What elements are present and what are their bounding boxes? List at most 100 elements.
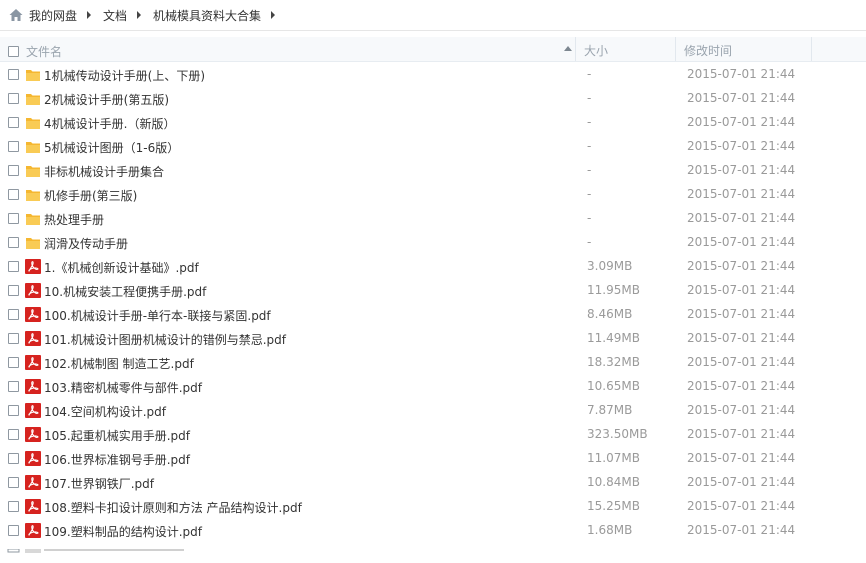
file-name[interactable]: 107.世界钢铁厂.pdf [44,475,154,492]
file-modified-time: 2015-07-01 21:44 [687,283,796,297]
file-row[interactable]: 4机械设计手册.（新版） - 2015-07-01 21:44 [0,111,866,135]
file-modified-time: 2015-07-01 21:44 [687,355,796,369]
column-divider[interactable] [675,37,676,61]
home-icon[interactable] [8,7,24,23]
file-name[interactable]: 1机械传动设计手册(上、下册) [44,67,205,84]
file-row[interactable]: 热处理手册 - 2015-07-01 21:44 [0,207,866,231]
row-checkbox[interactable] [8,189,19,200]
row-checkbox[interactable] [8,285,19,296]
breadcrumb-item-my-disk[interactable]: 我的网盘 [29,7,77,24]
row-checkbox[interactable] [8,453,19,464]
file-modified-time: 2015-07-01 21:44 [687,379,796,393]
row-checkbox[interactable] [8,69,19,80]
file-size: - [587,115,592,129]
folder-icon [25,235,41,250]
file-name[interactable]: 热处理手册 [44,211,104,228]
column-divider[interactable] [575,37,576,61]
breadcrumb-item-documents[interactable]: 文档 [103,7,127,24]
row-checkbox[interactable] [8,429,19,440]
file-row[interactable]: 1机械传动设计手册(上、下册) - 2015-07-01 21:44 [0,63,866,87]
folder-icon [25,115,41,130]
file-row[interactable]: 10.机械安装工程便携手册.pdf 11.95MB 2015-07-01 21:44 [0,279,866,303]
row-checkbox[interactable] [8,141,19,152]
file-modified-time: 2015-07-01 21:44 [687,115,796,129]
pdf-icon [25,427,41,442]
file-modified-time: 2015-07-01 21:44 [687,307,796,321]
file-row[interactable]: 2机械设计手册(第五版) - 2015-07-01 21:44 [0,87,866,111]
file-size: 10.84MB [587,475,640,489]
file-size: - [587,91,592,105]
file-name[interactable]: 1.《机械创新设计基础》.pdf [44,259,199,276]
row-checkbox[interactable] [8,93,19,104]
file-row[interactable]: 101.机械设计图册机械设计的错例与禁忌.pdf 11.49MB 2015-07-0… [0,327,866,351]
folder-icon [25,211,41,226]
file-name[interactable]: 2机械设计手册(第五版) [44,91,169,108]
file-name[interactable]: 机修手册(第三版) [44,187,137,204]
file-name[interactable]: 108.塑料卡扣设计原则和方法 产品结构设计.pdf [44,499,302,516]
column-divider[interactable] [811,37,812,61]
sort-ascending-icon[interactable] [564,46,572,51]
file-modified-time: 2015-07-01 21:44 [687,475,796,489]
file-name[interactable]: 109.塑料制品的结构设计.pdf [44,523,202,540]
file-name[interactable]: 101.机械设计图册机械设计的错例与禁忌.pdf [44,331,286,348]
row-checkbox[interactable] [8,525,19,536]
folder-icon [25,67,41,82]
file-row[interactable]: 5机械设计图册（1-6版） - 2015-07-01 21:44 [0,135,866,159]
file-size: 7.87MB [587,403,633,417]
name-column-header[interactable]: 文件名 [8,43,62,60]
row-checkbox[interactable] [8,213,19,224]
file-name[interactable]: 105.起重机械实用手册.pdf [44,427,190,444]
row-checkbox[interactable] [8,501,19,512]
file-row[interactable]: 105.起重机械实用手册.pdf 323.50MB 2015-07-01 21:44 [0,423,866,447]
row-checkbox[interactable] [8,261,19,272]
file-modified-time: 2015-07-01 21:44 [687,523,796,537]
file-name[interactable]: 102.机械制图 制造工艺.pdf [44,355,194,372]
file-row[interactable]: 非标机械设计手册集合 - 2015-07-01 21:44 [0,159,866,183]
file-size: 18.32MB [587,355,640,369]
file-name[interactable]: 104.空间机构设计.pdf [44,403,166,420]
file-row[interactable]: 106.世界标准钢号手册.pdf 11.07MB 2015-07-01 21:44 [0,447,866,471]
file-name[interactable]: 106.世界标准钢号手册.pdf [44,451,190,468]
file-modified-time: 2015-07-01 21:44 [687,163,796,177]
file-size: - [587,139,592,153]
file-row[interactable]: 机修手册(第三版) - 2015-07-01 21:44 [0,183,866,207]
row-checkbox[interactable] [8,237,19,248]
file-row[interactable]: 107.世界钢铁厂.pdf 10.84MB 2015-07-01 21:44 [0,471,866,495]
file-row[interactable]: 103.精密机械零件与部件.pdf 10.65MB 2015-07-01 21:44 [0,375,866,399]
row-checkbox[interactable] [8,117,19,128]
file-size: 11.07MB [587,451,640,465]
breadcrumb-item-current-folder[interactable]: 机械模具资料大合集 [153,7,261,24]
row-checkbox[interactable] [8,357,19,368]
file-size: 8.46MB [587,307,633,321]
file-name[interactable]: 润滑及传动手册 [44,235,128,252]
row-checkbox[interactable] [8,309,19,320]
row-checkbox[interactable] [8,381,19,392]
file-name[interactable]: 10.机械安装工程便携手册.pdf [44,283,206,300]
row-checkbox[interactable] [8,165,19,176]
file-name[interactable]: 103.精密机械零件与部件.pdf [44,379,202,396]
file-size: - [587,163,592,177]
file-modified-time: 2015-07-01 21:44 [687,235,796,249]
file-name[interactable]: 非标机械设计手册集合 [44,163,164,180]
size-column-header[interactable]: 大小 [584,42,608,59]
file-size: - [587,211,592,225]
row-checkbox[interactable] [8,333,19,344]
modified-column-header[interactable]: 修改时间 [684,42,732,59]
file-row[interactable]: 108.塑料卡扣设计原则和方法 产品结构设计.pdf 15.25MB 2015-07… [0,495,866,519]
file-name[interactable]: 5机械设计图册（1-6版） [44,139,179,156]
file-name[interactable]: 100.机械设计手册-单行本-联接与紧固.pdf [44,307,271,324]
row-checkbox[interactable] [8,405,19,416]
file-modified-time: 2015-07-01 21:44 [687,259,796,273]
file-name[interactable]: 4机械设计手册.（新版） [44,115,175,132]
file-row[interactable]: 润滑及传动手册 - 2015-07-01 21:44 [0,231,866,255]
row-checkbox[interactable] [8,477,19,488]
file-row[interactable]: 109.塑料制品的结构设计.pdf 1.68MB 2015-07-01 21:44 [0,519,866,543]
pdf-icon [25,403,41,418]
file-row[interactable]: 100.机械设计手册-单行本-联接与紧固.pdf 8.46MB 2015-07-01… [0,303,866,327]
file-row[interactable]: 1.《机械创新设计基础》.pdf 3.09MB 2015-07-01 21:44 [0,255,866,279]
breadcrumb: 我的网盘 文档 机械模具资料大合集 [0,0,866,31]
select-all-checkbox[interactable] [8,46,19,57]
file-row[interactable]: 102.机械制图 制造工艺.pdf 18.32MB 2015-07-01 21:44 [0,351,866,375]
pdf-icon [25,283,41,298]
file-row[interactable]: 104.空间机构设计.pdf 7.87MB 2015-07-01 21:44 [0,399,866,423]
